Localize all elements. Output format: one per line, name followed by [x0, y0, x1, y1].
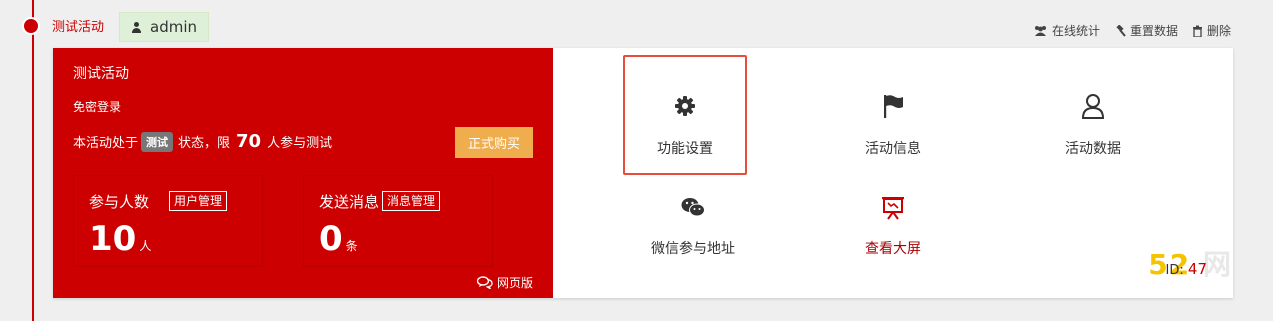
participants-label: 参与人数 [89, 193, 150, 211]
owner-badge: admin [119, 12, 209, 42]
login-mode: 免密登录 [73, 100, 122, 114]
flag-icon [884, 95, 903, 118]
id-value: 47 [1187, 260, 1207, 278]
reset-data-button[interactable]: 重置数据 [1114, 22, 1178, 39]
participants-stat: 参与人数 用户管理 10 人 [73, 175, 263, 267]
participants-value-group: 10 人 [89, 220, 151, 258]
activity-card: 测试活动 免密登录 本活动处于 测试 状态，限 70 人参与测试 正式购买 参与… [53, 48, 1233, 298]
messages-unit: 条 [345, 239, 358, 253]
user-outline-icon [1081, 94, 1105, 119]
view-big-screen-label: 查看大屏 [865, 241, 921, 257]
presentation-icon [882, 197, 904, 220]
wechat-address-button[interactable]: 微信参与地址 [631, 155, 755, 275]
participant-limit: 70 [236, 131, 262, 152]
participants-unit: 人 [139, 239, 152, 253]
timeline-dot [24, 19, 38, 33]
online-stats-label: 在线统计 [1051, 24, 1100, 38]
activity-id: ID: 47 [1166, 260, 1207, 278]
messages-count: 0 [319, 219, 343, 259]
activity-summary-panel: 测试活动 免密登录 本活动处于 测试 状态，限 70 人参与测试 正式购买 参与… [53, 48, 553, 298]
messages-stat: 发送消息 消息管理 0 条 [303, 175, 493, 267]
wechat-address-label: 微信参与地址 [651, 241, 735, 257]
status-badge: 测试 [141, 131, 174, 152]
status-prefix: 本活动处于 [73, 136, 139, 151]
delete-label: 删除 [1206, 24, 1231, 38]
comments-icon [476, 276, 493, 289]
web-version-label: 网页版 [496, 276, 533, 290]
gavel-icon [1116, 24, 1126, 37]
buy-button[interactable]: 正式购买 [455, 127, 533, 158]
wechat-icon [681, 198, 705, 217]
owner-name: admin [150, 18, 197, 36]
activity-data-button[interactable]: 活动数据 [1031, 55, 1155, 175]
online-stats-button[interactable]: 在线统计 [1033, 22, 1100, 39]
activity-name-link[interactable]: 测试活动 [52, 19, 104, 37]
activity-data-label: 活动数据 [1065, 141, 1121, 157]
top-actions: 在线统计 重置数据 删除 [1033, 22, 1231, 39]
status-line: 本活动处于 测试 状态，限 70 人参与测试 [73, 131, 332, 152]
message-management-link[interactable]: 消息管理 [382, 191, 441, 211]
watermark-part-b: 网 [1202, 248, 1233, 281]
panel-title: 测试活动 [73, 66, 129, 82]
web-version-link[interactable]: 网页版 [476, 274, 533, 291]
timeline-line [32, 0, 34, 321]
messages-label: 发送消息 [319, 193, 380, 211]
status-mid: 状态，限 [178, 136, 231, 151]
participants-count: 10 [89, 219, 137, 259]
user-management-link[interactable]: 用户管理 [169, 191, 228, 211]
status-suffix: 人参与测试 [267, 136, 333, 151]
gear-icon [675, 96, 695, 116]
view-big-screen-button[interactable]: 查看大屏 [831, 155, 955, 275]
user-icon [131, 21, 142, 33]
reset-data-label: 重置数据 [1129, 24, 1178, 38]
users-icon [1034, 25, 1046, 36]
messages-value-group: 0 条 [319, 220, 358, 258]
trash-icon [1192, 25, 1202, 37]
delete-button[interactable]: 删除 [1192, 22, 1231, 39]
id-prefix: ID: [1165, 263, 1184, 278]
